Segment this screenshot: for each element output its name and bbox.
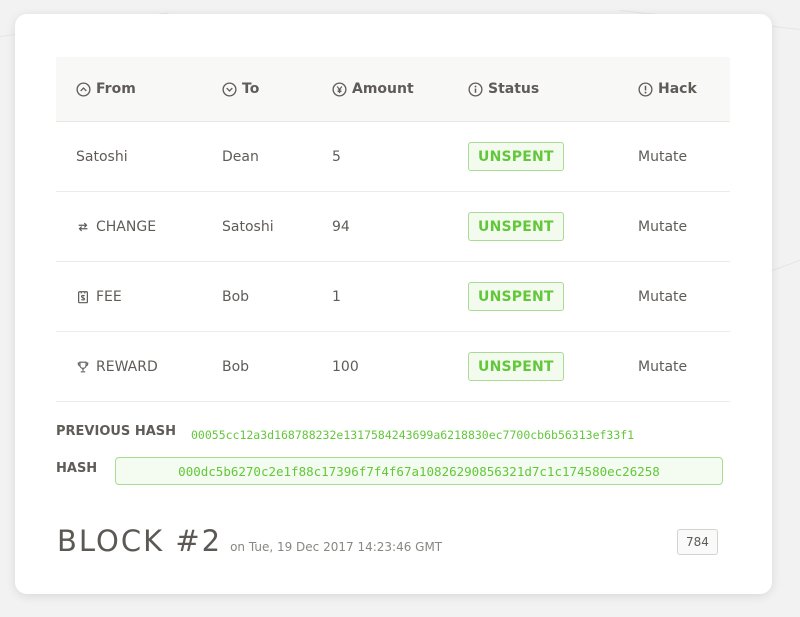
exclamation-circle-icon (638, 81, 653, 97)
cell-to: Bob (222, 332, 249, 401)
mutate-link[interactable]: Mutate (638, 262, 687, 331)
trophy-icon (77, 361, 89, 372)
nonce-badge: 784 (677, 529, 718, 555)
hash-value-box: 000dc5b6270c2e1f88c17396f7f4f67a10826290… (115, 457, 723, 485)
mutate-label: Mutate (638, 218, 688, 235)
column-header-label: To (242, 81, 260, 97)
status-badge: UNSPENT (468, 212, 564, 241)
to-text: Bob (222, 358, 250, 375)
cell-from: CHANGE (76, 192, 156, 261)
to-text: Dean (222, 148, 259, 165)
transactions-table: From To Amount Status Hack Satoshi Dean … (56, 57, 730, 402)
table-row: FEE Bob 1 UNSPENT Mutate (56, 262, 730, 332)
hash-value: 000dc5b6270c2e1f88c17396f7f4f67a10826290… (178, 463, 660, 479)
to-text: Satoshi (222, 218, 274, 235)
column-header-status: Status (468, 57, 539, 121)
from-text: FEE (96, 288, 122, 305)
currency-circle-icon (332, 81, 347, 97)
from-text: REWARD (96, 358, 158, 375)
previous-hash-value: 00055cc12a3d168788232e1317584243699a6218… (191, 428, 635, 442)
amount-text: 5 (332, 148, 341, 165)
hash-label: HASH (56, 461, 98, 476)
column-header-amount: Amount (332, 57, 414, 121)
cell-amount: 5 (332, 122, 341, 191)
column-header-label: Status (488, 81, 540, 97)
mutate-link[interactable]: Mutate (638, 332, 687, 401)
block-card: From To Amount Status Hack Satoshi Dean … (15, 14, 772, 594)
amount-text: 100 (332, 358, 359, 375)
column-header-hack: Hack (638, 57, 697, 121)
cell-to: Bob (222, 262, 249, 331)
chevron-down-circle-icon (222, 81, 237, 97)
block-title: BLOCK #2 (57, 524, 223, 558)
chevron-up-circle-icon (76, 81, 91, 97)
column-header-label: Amount (352, 81, 414, 97)
status-badge: UNSPENT (468, 352, 564, 381)
status-badge: UNSPENT (468, 282, 564, 311)
cell-to: Satoshi (222, 192, 274, 261)
column-header-label: From (96, 81, 136, 97)
column-header-label: Hack (658, 81, 697, 97)
amount-text: 94 (332, 218, 350, 235)
block-heading: BLOCK #2 on Tue, 19 Dec 2017 14:23:46 GM… (57, 524, 442, 558)
cell-amount: 100 (332, 332, 359, 401)
mutate-label: Mutate (638, 148, 688, 165)
table-row: REWARD Bob 100 UNSPENT Mutate (56, 332, 730, 402)
background-line (772, 256, 800, 271)
block-timestamp: on Tue, 19 Dec 2017 14:23:46 GMT (230, 540, 443, 554)
mutate-link[interactable]: Mutate (638, 192, 687, 261)
previous-hash-label: PREVIOUS HASH (56, 424, 176, 439)
swap-arrows-icon (78, 222, 88, 231)
cell-amount: 1 (332, 262, 341, 331)
amount-text: 1 (332, 288, 341, 305)
column-header-from: From (76, 57, 136, 121)
status-badge: UNSPENT (468, 142, 564, 171)
from-text: Satoshi (76, 148, 128, 165)
info-circle-icon (468, 81, 483, 97)
column-header-to: To (222, 57, 259, 121)
to-text: Bob (222, 288, 250, 305)
table-row: Satoshi Dean 5 UNSPENT Mutate (56, 122, 730, 192)
cell-from: REWARD (76, 332, 158, 401)
receipt-icon (78, 290, 88, 303)
cell-from: Satoshi (76, 122, 128, 191)
table-row: CHANGE Satoshi 94 UNSPENT Mutate (56, 192, 730, 262)
cell-from: FEE (76, 262, 122, 331)
cell-amount: 94 (332, 192, 350, 261)
mutate-link[interactable]: Mutate (638, 122, 687, 191)
mutate-label: Mutate (638, 358, 688, 375)
cell-to: Dean (222, 122, 259, 191)
table-header: From To Amount Status Hack (56, 57, 730, 122)
from-text: CHANGE (96, 218, 157, 235)
mutate-label: Mutate (638, 288, 688, 305)
